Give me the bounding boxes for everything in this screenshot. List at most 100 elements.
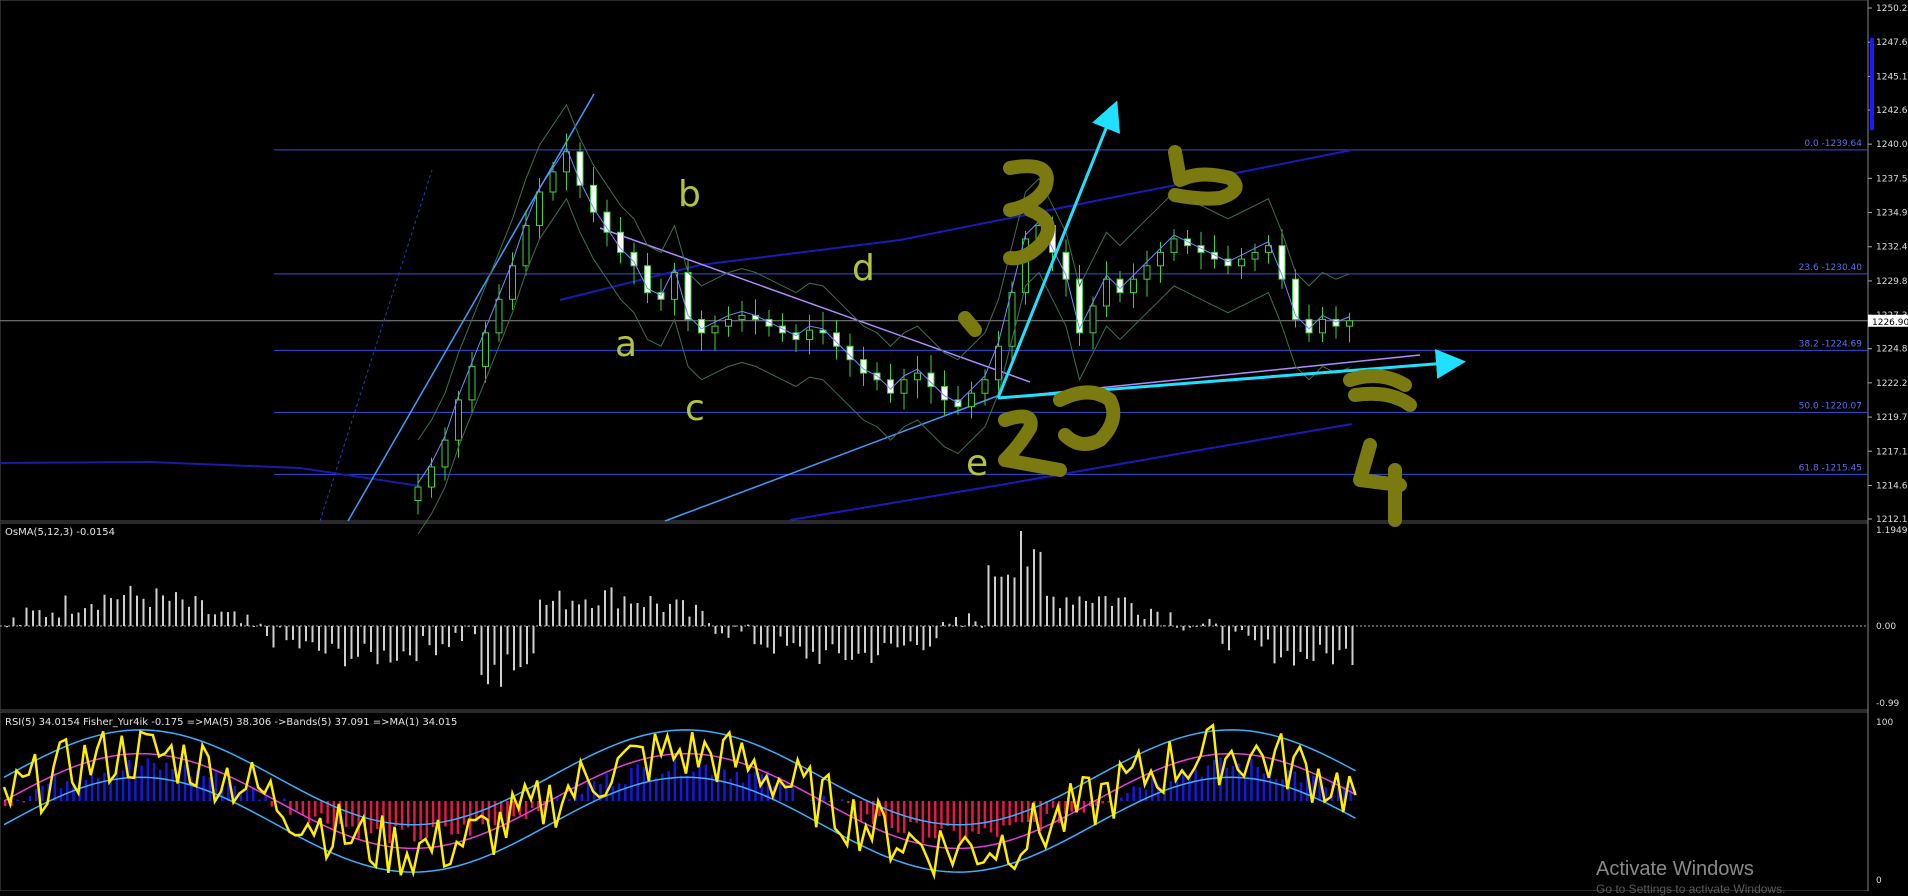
- price-axis-label: 1219.72: [1876, 413, 1908, 423]
- rsi-hist-bar: [1052, 801, 1055, 808]
- osma-bar: [32, 610, 34, 626]
- osma-bar: [182, 599, 184, 626]
- osma-bar: [507, 626, 509, 654]
- candle-body: [658, 293, 664, 300]
- rsi-hist-bar: [419, 801, 422, 840]
- candle-body: [496, 299, 502, 333]
- osma-bar: [286, 626, 288, 640]
- osma-bar: [455, 626, 457, 633]
- candle-body: [807, 330, 813, 339]
- osma-bar: [578, 604, 580, 626]
- rsi-hist-bar: [984, 801, 987, 828]
- osma-bar: [884, 626, 886, 643]
- rsi-hist-bar: [97, 778, 100, 801]
- osma-bar: [624, 596, 626, 626]
- candle-body: [537, 192, 543, 226]
- rsi-hist-bar: [147, 758, 150, 801]
- rsi-hist-bar: [395, 801, 398, 826]
- fib-level-label: 0.0 -1239.64: [1804, 139, 1862, 149]
- fib-level-label: 38.2 -1224.69: [1799, 339, 1863, 349]
- candle-body: [685, 272, 691, 319]
- rsi-hist-bar: [1027, 801, 1030, 822]
- osma-bar: [136, 596, 138, 626]
- osma-bar: [663, 612, 665, 626]
- osma-bar: [494, 626, 496, 665]
- osma-bar: [513, 626, 515, 670]
- osma-bar: [91, 604, 93, 626]
- bollinger-upper-band: [418, 105, 1350, 440]
- rsi-hist-bar: [450, 801, 453, 835]
- rsi-hist-bar: [667, 771, 670, 801]
- candle-body: [483, 333, 489, 367]
- osma-bar: [39, 610, 41, 626]
- osma-bar: [292, 626, 294, 640]
- osma-bar: [864, 626, 866, 653]
- rsi-hist-bar: [122, 771, 125, 801]
- rsi-hist-bar: [636, 764, 639, 801]
- trading-chart[interactable]: 1250.221247.671245.121242.621240.071237.…: [0, 0, 1908, 891]
- osma-bar: [760, 626, 762, 645]
- rsi-hist-bar: [29, 796, 32, 801]
- activate-windows-title: Activate Windows: [1596, 858, 1754, 881]
- osma-bar: [1261, 626, 1263, 646]
- osma-bar: [344, 626, 346, 666]
- price-axis-label: 1234.97: [1876, 209, 1908, 219]
- rsi-hist-bar: [153, 763, 156, 801]
- osma-bar: [975, 621, 977, 626]
- osma-bar: [851, 626, 853, 660]
- osma-bar: [1124, 597, 1126, 626]
- osma-bar: [1332, 626, 1334, 664]
- rsi-hist-bar: [736, 772, 739, 801]
- rsi-hist-bar: [407, 801, 410, 827]
- osma-bar: [396, 626, 398, 661]
- osma-bar: [266, 626, 268, 636]
- price-axis-label: 1240.07: [1876, 140, 1908, 150]
- osma-bar: [793, 626, 795, 643]
- candle-body: [1158, 252, 1164, 265]
- osma-bar: [78, 613, 80, 626]
- price-axis-label: 1214.62: [1876, 481, 1908, 491]
- rsi-hist-bar: [977, 801, 980, 834]
- price-axis-label: 1217.17: [1876, 447, 1908, 457]
- osma-bar: [773, 626, 775, 654]
- osma-bar: [1066, 597, 1068, 626]
- axis-volume-bar: [1870, 38, 1874, 130]
- osma-bar: [357, 626, 359, 657]
- rsi-hist-bar: [674, 756, 677, 801]
- osma-bar: [1105, 596, 1107, 626]
- rsi-hist-bar: [860, 801, 863, 822]
- osma-bar: [656, 604, 658, 626]
- candle-body: [550, 172, 556, 192]
- osma-bar: [305, 626, 307, 641]
- osma-pane: [0, 523, 1868, 710]
- osma-bar: [812, 626, 814, 652]
- osma-bar: [604, 590, 606, 626]
- osma-bar: [1319, 626, 1321, 645]
- osma-bar: [13, 617, 15, 626]
- osma-bar: [1352, 626, 1354, 665]
- price-axis-label: 1237.52: [1876, 174, 1908, 184]
- osma-bar: [247, 615, 249, 626]
- rsi-hist-bar: [1263, 773, 1266, 801]
- candle-body: [726, 319, 732, 326]
- candle-body: [1144, 266, 1150, 279]
- price-axis-label: 1250.22: [1876, 4, 1908, 14]
- rsi-hist-bar: [1250, 759, 1253, 801]
- rsi-axis-label: 100: [1876, 718, 1893, 728]
- osma-bar: [559, 591, 561, 626]
- rsi-hist-bar: [35, 789, 38, 801]
- rsi-hist-bar: [16, 800, 19, 801]
- osma-bar: [52, 613, 54, 626]
- osma-bar: [1085, 601, 1087, 626]
- osma-indicator-label: OsMA(5,12,3) -0.0154: [5, 527, 115, 538]
- osma-bar: [156, 588, 158, 626]
- osma-bar: [84, 608, 86, 626]
- osma-bar: [58, 618, 60, 626]
- osma-bar: [832, 626, 834, 644]
- rsi-hist-bar: [953, 801, 956, 831]
- osma-bar: [806, 626, 808, 659]
- osma-axis-label: -0.99: [1876, 699, 1900, 709]
- osma-bar: [97, 610, 99, 626]
- wave-label-d: d: [852, 248, 875, 289]
- rsi-hist-bar: [283, 798, 286, 801]
